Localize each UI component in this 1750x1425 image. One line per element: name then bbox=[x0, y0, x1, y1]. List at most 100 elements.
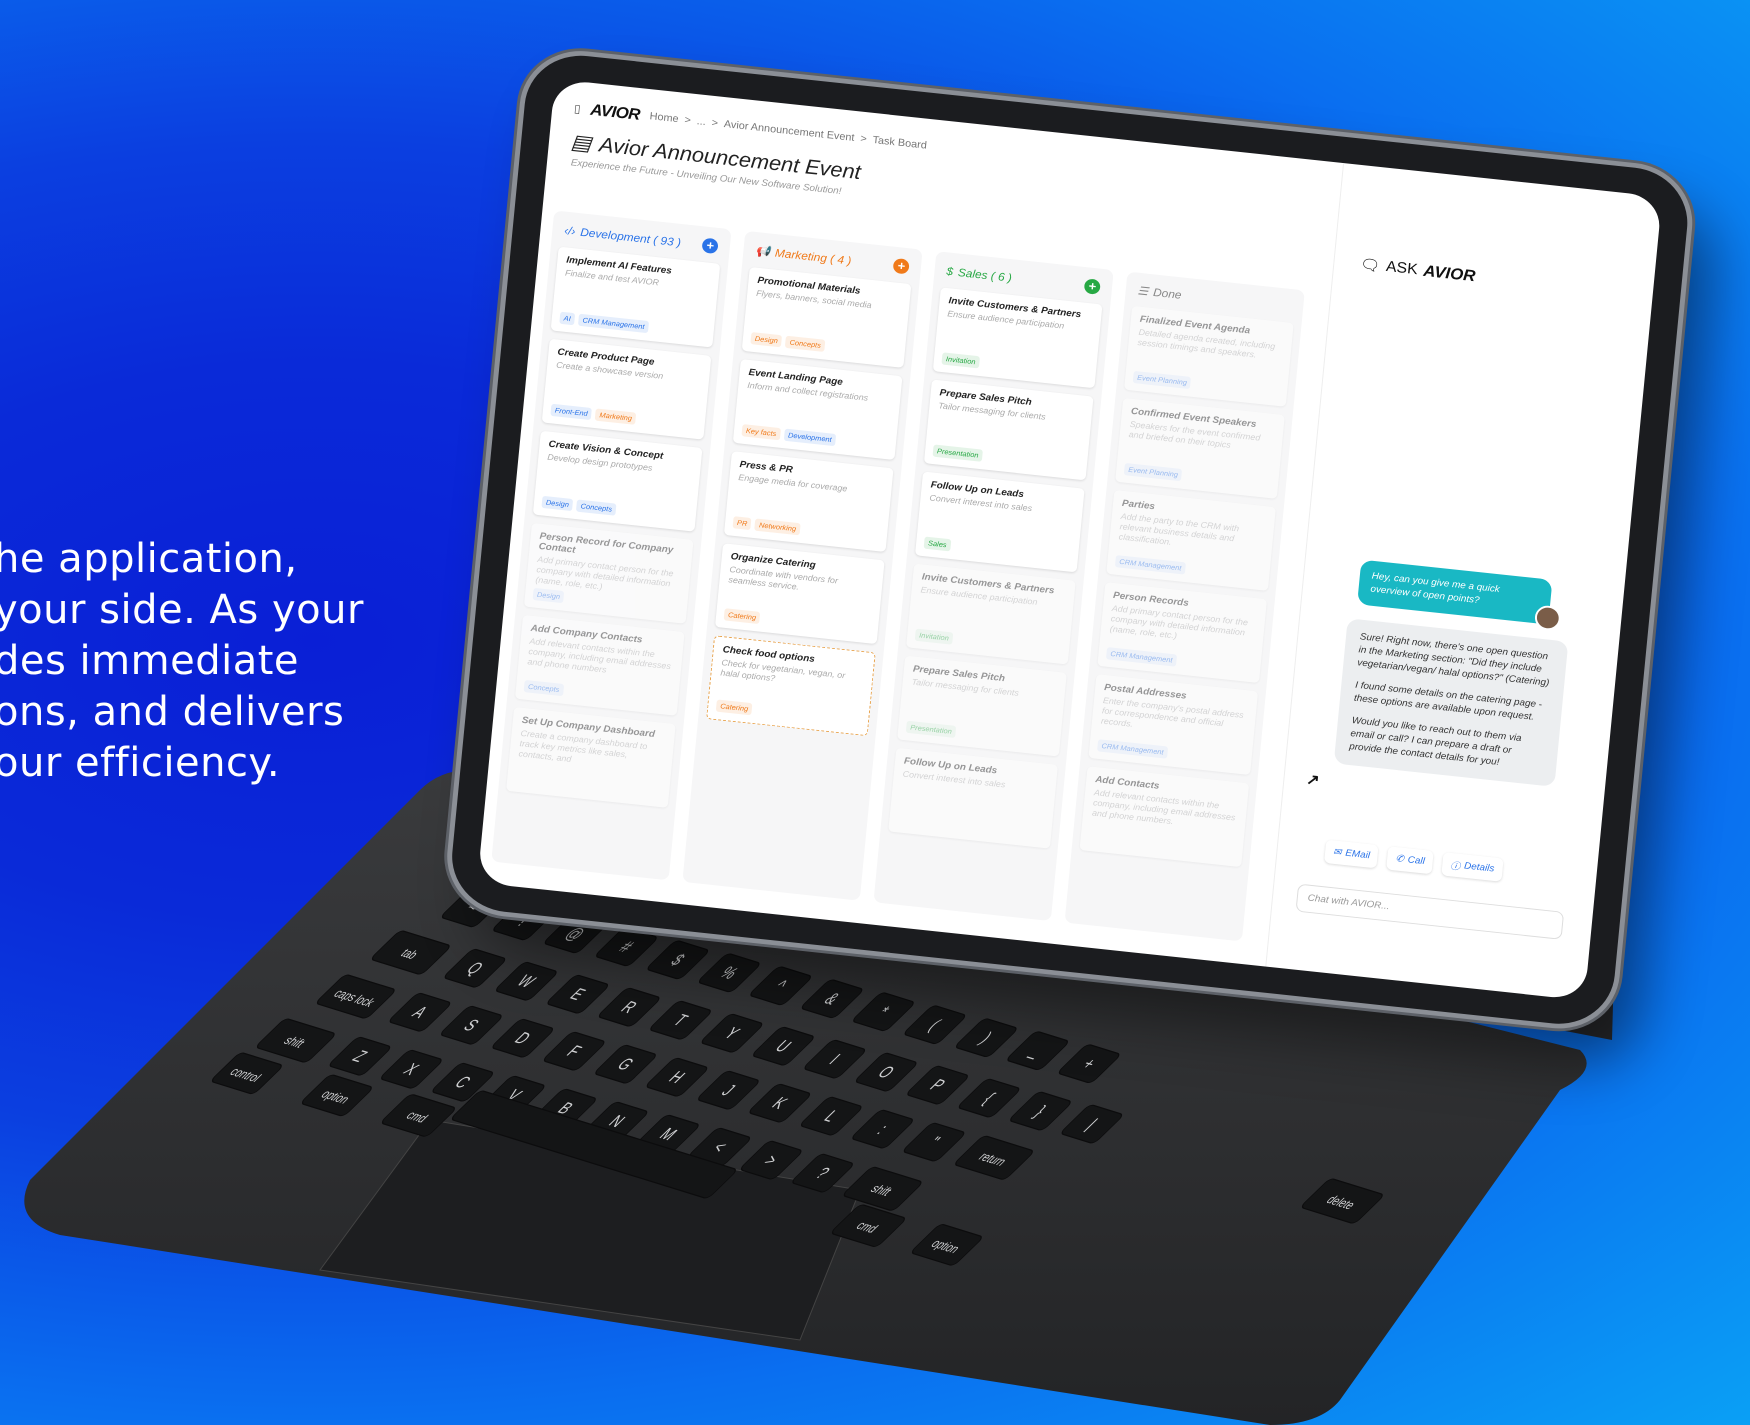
task-card[interactable]: Organize Catering Coordinate with vendors… bbox=[715, 543, 885, 645]
megaphone-icon: 📢 bbox=[754, 244, 771, 259]
task-card[interactable]: Confirmed Event Speakers Speakers for the… bbox=[1115, 397, 1285, 499]
task-card[interactable]: Promotional Materials Flyers, banners, so… bbox=[741, 266, 912, 368]
key-cap bbox=[911, 1224, 982, 1266]
task-card[interactable]: Create Vision & Concept Develop design pr… bbox=[532, 430, 703, 532]
task-card[interactable]: Prepare Sales Pitch Tailor messaging for … bbox=[923, 379, 1094, 481]
app-logo: AVIOR bbox=[589, 100, 641, 124]
task-card[interactable]: Implement AI Features Finalize and test A… bbox=[550, 246, 721, 348]
key-label: shift bbox=[280, 1034, 308, 1051]
key-label: : bbox=[872, 1120, 893, 1138]
keyboard-key: J bbox=[698, 1070, 759, 1110]
tagline-line: des immediate bbox=[0, 638, 300, 684]
tag-badge: Marketing bbox=[595, 408, 637, 425]
keyboard-key: C bbox=[432, 1062, 494, 1102]
chat-header-prefix: ASK bbox=[1385, 258, 1419, 278]
task-card[interactable]: Add Contacts Add relevant contacts within… bbox=[1079, 766, 1250, 868]
document-icon: ▤ bbox=[569, 129, 593, 156]
task-card[interactable]: Check food options Check for vegetarian, … bbox=[706, 635, 876, 737]
key-cap bbox=[647, 940, 709, 980]
task-card[interactable]: Invite Customers & Partners Ensure audien… bbox=[906, 563, 1076, 665]
tag-badge: Development bbox=[783, 428, 837, 447]
key-cap bbox=[955, 1135, 1033, 1180]
task-card[interactable]: Add Company Contacts Add relevant contact… bbox=[515, 614, 685, 716]
add-card-button[interactable]: + bbox=[701, 237, 719, 255]
key-label: Y bbox=[720, 1023, 746, 1043]
key-cap bbox=[1058, 1044, 1120, 1084]
task-card[interactable]: Prepare Sales Pitch Tailor messaging for … bbox=[897, 655, 1067, 757]
key-cap bbox=[1010, 1091, 1071, 1131]
task-card[interactable]: Set Up Company Dashboard Create a company… bbox=[506, 706, 676, 808]
sidebar-toggle-icon[interactable]: ▯ bbox=[573, 102, 581, 116]
keyboard-key: B bbox=[535, 1088, 596, 1128]
task-card[interactable]: Follow Up on Leads Convert interest into … bbox=[915, 471, 1085, 573]
task-card[interactable]: Person Records Add primary contact person… bbox=[1097, 582, 1267, 683]
key-cap bbox=[800, 1096, 862, 1136]
breadcrumb-home[interactable]: Home bbox=[649, 111, 679, 125]
key-label: D bbox=[510, 1028, 536, 1048]
tag-badge: Front-End bbox=[550, 403, 593, 421]
key-label: U bbox=[771, 1036, 797, 1056]
keyboard-key: N bbox=[586, 1101, 648, 1141]
keyboard-key: R bbox=[598, 987, 660, 1027]
keyboard-key: option bbox=[301, 1074, 372, 1117]
keyboard-key: shift bbox=[256, 1018, 335, 1063]
key-cap bbox=[547, 974, 609, 1014]
keyboard-key: " bbox=[903, 1122, 965, 1162]
breadcrumb-event[interactable]: Avior Announcement Event bbox=[723, 119, 855, 144]
task-board: ‹/› Development ( 93 ) + Implement AI Featu… bbox=[491, 210, 1322, 943]
tag-badge: Concepts bbox=[523, 679, 564, 697]
task-card[interactable]: Parties Add the party to the CRM with rel… bbox=[1106, 490, 1276, 591]
key-label: return bbox=[975, 1150, 1010, 1169]
add-card-button[interactable]: + bbox=[1083, 278, 1101, 295]
key-label: T bbox=[668, 1010, 693, 1029]
keyboard-key: cmd bbox=[381, 1094, 455, 1137]
call-button[interactable]: ✆ Call bbox=[1386, 846, 1434, 875]
call-label: Call bbox=[1407, 854, 1426, 867]
task-tags: Sales bbox=[923, 536, 952, 552]
key-cap bbox=[381, 1049, 442, 1089]
key-label: ^ bbox=[769, 976, 792, 995]
task-card[interactable]: Follow Up on Leads Convert interest into … bbox=[888, 747, 1058, 849]
avatar bbox=[1533, 604, 1562, 632]
key-label: ( bbox=[924, 1015, 946, 1033]
task-tags: Event Planning bbox=[1123, 462, 1183, 482]
keyboard-key: # bbox=[596, 927, 657, 967]
details-button[interactable]: ⓘ Details bbox=[1441, 852, 1504, 882]
tag-badge: CRM Management bbox=[1105, 647, 1178, 667]
breadcrumb-ellipsis[interactable]: ... bbox=[696, 116, 706, 128]
key-cap bbox=[595, 1044, 656, 1084]
breadcrumb-separator: > bbox=[683, 114, 692, 127]
code-icon: ‹/› bbox=[563, 223, 577, 238]
task-card[interactable]: Create Product Page Create a showcase ver… bbox=[541, 338, 712, 440]
chat-header-brand: AVIOR bbox=[1422, 261, 1477, 286]
task-tags: CRM Management bbox=[1105, 647, 1178, 667]
task-card[interactable]: Invite Customers & Partners Ensure audien… bbox=[932, 287, 1103, 389]
task-card[interactable]: Person Record for Company Contact Add pri… bbox=[523, 522, 694, 624]
task-card[interactable]: Event Landing Page Inform and collect reg… bbox=[732, 359, 903, 460]
key-label: option bbox=[928, 1237, 964, 1256]
key-label: shift bbox=[867, 1182, 895, 1199]
tag-badge: Event Planning bbox=[1132, 370, 1192, 390]
column-name: Marketing ( 4 ) bbox=[774, 246, 852, 268]
keyboard-key: O bbox=[855, 1052, 917, 1092]
keyboard-key: * bbox=[853, 992, 914, 1032]
key-cap bbox=[907, 1065, 968, 1105]
keyboard-key: K bbox=[749, 1083, 811, 1123]
key-cap bbox=[956, 1018, 1017, 1058]
task-card[interactable]: Postal Addresses Enter the company's post… bbox=[1088, 674, 1259, 776]
keyboard-key: S bbox=[441, 1005, 502, 1045]
keyboard-key: L bbox=[800, 1096, 862, 1136]
task-card[interactable]: Finalized Event Agenda Detailed agenda cr… bbox=[1124, 305, 1294, 407]
task-card[interactable]: Press & PR Engage media for coverage PR Net… bbox=[723, 451, 894, 553]
key-cap bbox=[638, 1114, 699, 1154]
mail-icon: ✉ bbox=[1332, 846, 1342, 859]
key-cap bbox=[543, 1031, 605, 1071]
chat-input[interactable]: Chat with AVIOR... bbox=[1295, 883, 1565, 940]
keyboard-key: > bbox=[740, 1140, 802, 1180]
email-button[interactable]: ✉ EMail bbox=[1324, 839, 1379, 869]
tag-badge: Catering bbox=[715, 699, 753, 716]
key-cap bbox=[750, 966, 811, 1006]
key-label: @ bbox=[561, 923, 590, 944]
keyboard-key: F bbox=[543, 1031, 605, 1071]
add-card-button[interactable]: + bbox=[892, 257, 910, 275]
